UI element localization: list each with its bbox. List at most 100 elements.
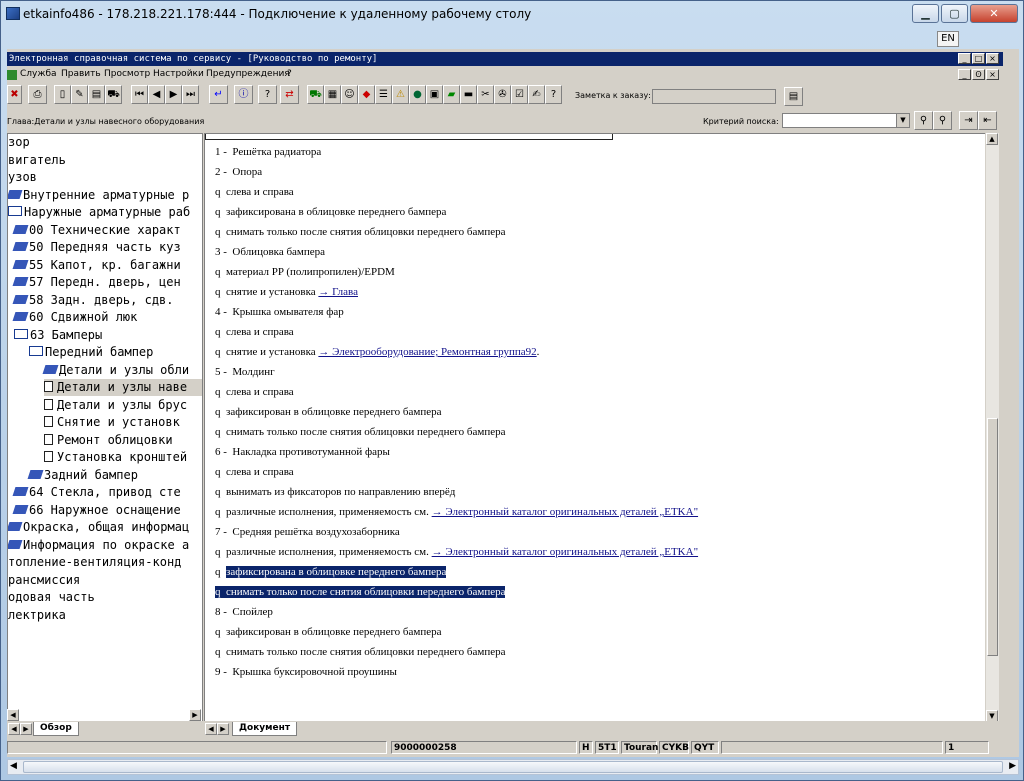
search-next-icon[interactable]: ⚲ bbox=[933, 111, 952, 130]
collapse-tree-icon[interactable]: ⇤ bbox=[978, 111, 997, 130]
menu-settings[interactable]: Настройки bbox=[153, 69, 204, 79]
tree-item[interactable]: Ремонт облицовки bbox=[44, 432, 173, 449]
tree-item[interactable]: Установка кронштей bbox=[44, 449, 187, 466]
calculator-icon[interactable]: ▦ bbox=[324, 85, 341, 104]
edit-icon[interactable]: ✍ bbox=[528, 85, 545, 104]
tree-item[interactable]: Внутренние арматурные р bbox=[8, 187, 189, 204]
order-note-input[interactable] bbox=[652, 89, 776, 104]
tree-item[interactable]: Наружные арматурные раб bbox=[8, 204, 190, 221]
person-icon[interactable]: ☺ bbox=[341, 85, 358, 104]
scroll-thumb[interactable] bbox=[23, 761, 1003, 773]
tab-scroll-right-icon[interactable]: ▶ bbox=[20, 723, 32, 735]
tree-item[interactable]: 50 Передняя часть куз bbox=[12, 239, 181, 256]
tree-item[interactable]: одовая часть bbox=[8, 589, 95, 606]
list-icon[interactable]: ☰ bbox=[375, 85, 392, 104]
chevron-down-icon[interactable]: ▼ bbox=[896, 114, 909, 127]
checklist-icon[interactable]: ☑ bbox=[511, 85, 528, 104]
tree-item[interactable]: 63 Бамперы bbox=[14, 327, 102, 344]
tab-scroll-left-icon[interactable]: ◀ bbox=[205, 723, 217, 735]
tree-item[interactable]: Передний бампер bbox=[29, 344, 153, 361]
rdp-horizontal-scrollbar[interactable]: ◀ ▶ bbox=[7, 759, 1019, 775]
tree-item[interactable]: рансмиссия bbox=[8, 572, 80, 589]
tab-document[interactable]: Документ bbox=[232, 722, 298, 736]
tree-item[interactable]: 64 Стекла, привод сте bbox=[12, 484, 181, 501]
tree-item[interactable]: Окраска, общая информац bbox=[8, 519, 189, 536]
scroll-thumb[interactable] bbox=[987, 418, 998, 656]
expand-tree-icon[interactable]: ⇥ bbox=[959, 111, 978, 130]
car-side-icon[interactable]: ▬ bbox=[460, 85, 477, 104]
doc-line-selected[interactable]: q зафиксирована в облицовке переднего ба… bbox=[215, 562, 447, 582]
tree-scroll-left-icon[interactable]: ◀ bbox=[7, 709, 19, 721]
scroll-left-icon[interactable]: ◀ bbox=[10, 761, 17, 771]
prev-page-icon[interactable]: ◀ bbox=[148, 85, 165, 104]
tools-icon[interactable]: ✂ bbox=[477, 85, 494, 104]
tree-item[interactable]: Задний бампер bbox=[27, 467, 138, 484]
menu-edit[interactable]: Править bbox=[61, 69, 101, 79]
menu-warnings[interactable]: Предупреждения bbox=[206, 69, 290, 79]
warning-icon[interactable]: ⚠ bbox=[392, 85, 409, 104]
tree-item[interactable]: узов bbox=[8, 169, 37, 186]
minimize-button[interactable]: ▁ bbox=[912, 4, 939, 23]
help-icon[interactable]: ? bbox=[258, 85, 277, 104]
globe-icon[interactable]: ● bbox=[409, 85, 426, 104]
menu-service[interactable]: Служба bbox=[20, 69, 57, 79]
book-icon[interactable]: ▰ bbox=[443, 85, 460, 104]
tree-item[interactable]: вигатель bbox=[8, 152, 66, 169]
doc-line-selected[interactable]: q снимать только после снятия облицовки … bbox=[215, 582, 506, 602]
tree-item[interactable]: зор bbox=[8, 134, 30, 151]
search-prev-icon[interactable]: ⚲ bbox=[914, 111, 933, 130]
tree-item[interactable]: 60 Сдвижной люк bbox=[12, 309, 137, 326]
tree-item[interactable]: Снятие и установк bbox=[44, 414, 180, 431]
print-icon[interactable]: ⎙ bbox=[28, 85, 47, 104]
tree-scroll-right-icon[interactable]: ▶ bbox=[189, 709, 201, 721]
search-criteria-select[interactable]: ▼ bbox=[782, 113, 910, 128]
menu-view[interactable]: Просмотр bbox=[104, 69, 150, 79]
maximize-button[interactable]: ▢ bbox=[941, 4, 968, 23]
new-doc-icon[interactable]: ▯ bbox=[54, 85, 71, 104]
tree-item[interactable]: Детали и узлы обли bbox=[42, 362, 189, 379]
notes-icon[interactable]: ▤ bbox=[88, 85, 105, 104]
tree-item[interactable]: 00 Технические характ bbox=[12, 222, 181, 239]
help-doc-icon[interactable]: ? bbox=[545, 85, 562, 104]
tree-item[interactable]: топление-вентиляция-конд bbox=[8, 554, 181, 571]
tree-item[interactable]: 58 Задн. дверь, сдв. bbox=[12, 292, 174, 309]
doc-link[interactable]: → Электрооборудование; Ремонтная группа9… bbox=[318, 346, 536, 358]
app-close-button[interactable]: × bbox=[986, 53, 999, 64]
close-button[interactable]: ✕ bbox=[970, 4, 1018, 23]
vehicle-icon[interactable]: ⛟ bbox=[105, 85, 122, 104]
tab-scroll-left-icon[interactable]: ◀ bbox=[8, 723, 20, 735]
app-restore-button[interactable]: □ bbox=[972, 53, 985, 64]
last-page-icon[interactable]: ⏭ bbox=[182, 85, 199, 104]
document-scrollbar[interactable]: ▲ ▼ bbox=[985, 133, 999, 723]
language-indicator[interactable]: EN bbox=[937, 31, 959, 47]
car-icon[interactable]: ⛟ bbox=[307, 85, 324, 104]
tree-item[interactable]: Детали и узлы брус bbox=[44, 397, 187, 414]
tree-item[interactable]: Информация по окраске а bbox=[8, 537, 189, 554]
doc-line: q вынимать из фиксаторов по направлению … bbox=[215, 486, 456, 498]
back-icon[interactable]: ↵ bbox=[209, 85, 228, 104]
tree-item[interactable]: 66 Наружное оснащение bbox=[12, 502, 181, 519]
note-edit-icon[interactable]: ▤ bbox=[784, 87, 803, 106]
tab-overview[interactable]: Обзор bbox=[33, 722, 79, 736]
tree-item[interactable]: 55 Капот, кр. багажни bbox=[12, 257, 181, 274]
doc-link[interactable]: → Электронный каталог оригинальных детал… bbox=[432, 546, 698, 558]
menu-help[interactable]: ? bbox=[287, 69, 292, 79]
tree-item[interactable]: лектрика bbox=[8, 607, 66, 624]
swap-icon[interactable]: ⇄ bbox=[280, 85, 299, 104]
save-icon[interactable]: ▣ bbox=[426, 85, 443, 104]
wrench-icon[interactable]: ✇ bbox=[494, 85, 511, 104]
scroll-up-icon[interactable]: ▲ bbox=[986, 133, 998, 145]
doc-link[interactable]: → Электронный каталог оригинальных детал… bbox=[432, 506, 698, 518]
info-icon[interactable]: ⓘ bbox=[234, 85, 253, 104]
doc-link[interactable]: → Глава bbox=[318, 286, 358, 298]
scroll-right-icon[interactable]: ▶ bbox=[1009, 761, 1016, 771]
tree-item[interactable]: 57 Передн. дверь, цен bbox=[12, 274, 181, 291]
next-page-icon[interactable]: ▶ bbox=[165, 85, 182, 104]
first-page-icon[interactable]: ⏮ bbox=[131, 85, 148, 104]
exit-icon[interactable]: ✖ bbox=[7, 85, 22, 104]
diamond-icon[interactable]: ◆ bbox=[358, 85, 375, 104]
tree-item-selected[interactable]: Детали и узлы наве bbox=[44, 379, 202, 396]
app-minimize-button[interactable]: _ bbox=[958, 53, 971, 64]
edit-doc-icon[interactable]: ✎ bbox=[71, 85, 88, 104]
tab-scroll-right-icon[interactable]: ▶ bbox=[217, 723, 229, 735]
